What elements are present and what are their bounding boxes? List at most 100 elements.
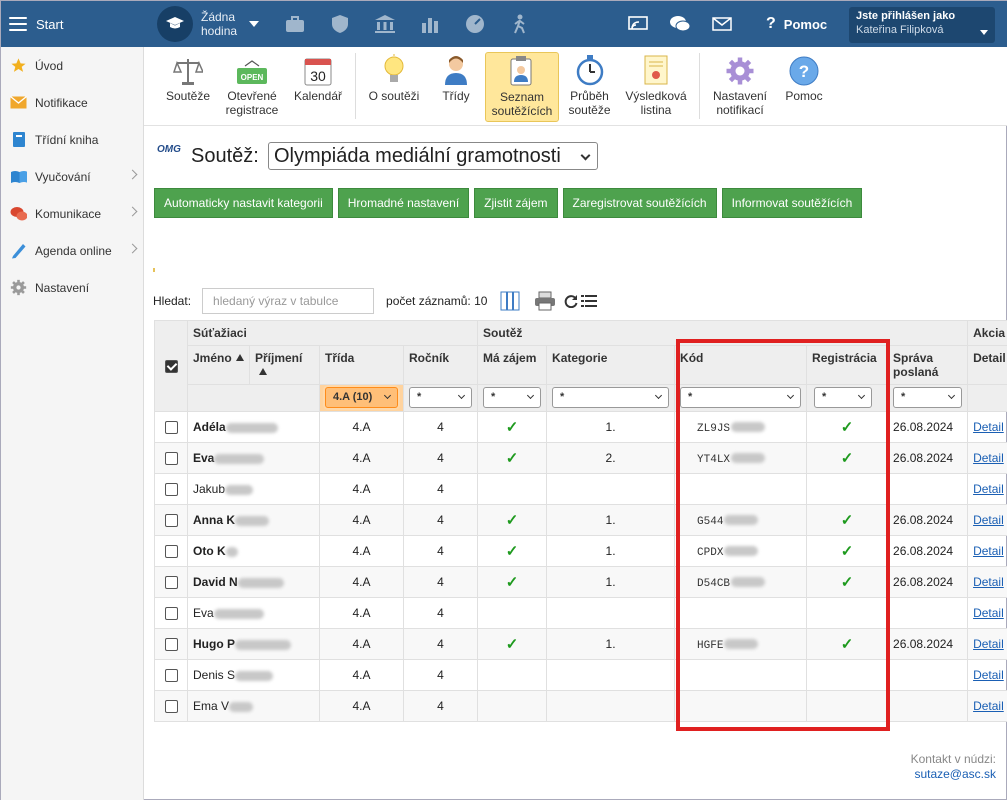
toolbar-prubeh-souteze[interactable]: Průběh soutěže [562, 52, 617, 122]
col-detail: Detail [967, 345, 1007, 385]
sort-asc-icon [259, 368, 267, 375]
detail-link[interactable]: Detail [973, 699, 1004, 713]
columns-icon[interactable] [500, 291, 520, 311]
user-menu[interactable]: Jste přihlášen jako Kateřina Filipková [849, 7, 995, 43]
col-last-name[interactable]: Příjmení [249, 345, 320, 385]
sidebar-item-notifikace[interactable]: Notifikace [1, 84, 143, 121]
clipboard-icon [486, 53, 558, 87]
row-select-cell [154, 411, 188, 443]
competition-select[interactable]: Olympiáda mediální gramotnosti [268, 142, 598, 170]
toolbar-kalendar[interactable]: 30 Kalendář [289, 52, 347, 122]
hour-selector[interactable]: Žádna hodina [157, 6, 260, 42]
detail-link[interactable]: Detail [973, 513, 1004, 527]
sidebar-item-tridni-kniha[interactable]: Třídní kniha [1, 121, 143, 158]
bulk-settings-button[interactable]: Hromadné nastavení [337, 188, 470, 218]
filter-message-sent-cell: * [887, 384, 969, 412]
detail-cell: Detail [967, 442, 1007, 474]
col-first-name[interactable]: Jméno [187, 345, 250, 385]
list-icon[interactable] [581, 295, 598, 307]
col-class[interactable]: Třída [319, 345, 404, 385]
student-name: Anna K [193, 513, 235, 527]
detail-link[interactable]: Detail [973, 420, 1004, 434]
help-button[interactable]: ? Pomoc [766, 15, 827, 33]
sidebar-item-agenda-online[interactable]: Agenda online [1, 232, 143, 269]
col-year[interactable]: Ročník [402, 345, 479, 385]
toolbar-pomoc[interactable]: ? Pomoc [780, 52, 828, 122]
detail-link[interactable]: Detail [973, 668, 1004, 682]
toolbar-seznam-soutezicich[interactable]: Seznam soutěžících [485, 52, 559, 122]
class-cell: 4.A [319, 535, 404, 567]
row-checkbox[interactable] [164, 452, 178, 466]
row-checkbox[interactable] [164, 483, 178, 497]
contact-email-link[interactable]: sutaze@asc.sk [914, 767, 996, 781]
redacted-surname [225, 484, 254, 495]
col-message-sent[interactable]: Správa poslaná [887, 345, 969, 385]
detail-cell: Detail [967, 566, 1007, 598]
detail-cell: Detail [967, 659, 1007, 691]
year-cell: 4 [402, 504, 479, 536]
briefcase-icon[interactable] [284, 13, 306, 35]
sort-asc-icon [235, 354, 244, 361]
print-icon[interactable] [534, 291, 556, 311]
sidebar-item-nastaveni[interactable]: Nastavení [1, 269, 143, 306]
chat-icon[interactable] [669, 13, 691, 35]
filter-message-sent[interactable]: * [893, 387, 963, 408]
toolbar-nastaveni-notifikaci[interactable]: Nastavení notifikací [707, 52, 773, 122]
row-select-cell [154, 442, 188, 474]
message-sent-cell: 26.08.2024 [887, 411, 969, 443]
select-all-checkbox[interactable] [164, 360, 178, 374]
sidebar-item-komunikace[interactable]: Komunikace [1, 195, 143, 232]
row-checkbox[interactable] [164, 700, 178, 714]
hiking-icon[interactable] [509, 13, 531, 35]
toolbar-souteze[interactable]: Soutěže [159, 52, 217, 122]
detail-link[interactable]: Detail [973, 544, 1004, 558]
school-building-icon[interactable] [374, 13, 396, 35]
refresh-icon[interactable] [564, 294, 578, 308]
message-sent-cell: 26.08.2024 [887, 504, 969, 536]
person-icon [433, 52, 479, 86]
row-checkbox[interactable] [164, 669, 178, 683]
class-cell: 4.A [319, 411, 404, 443]
toolbar-otevrene-registrace[interactable]: OPEN Otevřené registrace [222, 52, 282, 122]
redacted-surname [225, 546, 238, 557]
student-name: Denis S [193, 668, 236, 682]
register-contestants-button[interactable]: Zaregistrovat soutěžících [562, 188, 717, 218]
hour-line1: Žádna [201, 10, 236, 24]
row-checkbox[interactable] [164, 638, 178, 652]
bar-chart-icon[interactable] [419, 13, 441, 35]
toolbar-vysledkova-listina[interactable]: Výsledková listina [621, 52, 691, 122]
inform-contestants-button[interactable]: Informovat soutěžících [721, 188, 863, 218]
screen-share-icon[interactable] [627, 13, 649, 35]
toolbar-tridy[interactable]: Třídy [433, 52, 479, 122]
search-input[interactable] [202, 288, 375, 314]
filter-class[interactable]: 4.A (10) [325, 387, 398, 408]
col-category[interactable]: Kategorie [546, 345, 676, 385]
gauge-icon[interactable] [464, 13, 486, 35]
check-interest-button[interactable]: Zjistit zájem [474, 188, 558, 218]
row-checkbox[interactable] [164, 545, 178, 559]
col-interest[interactable]: Má zájem [477, 345, 548, 385]
row-checkbox[interactable] [164, 576, 178, 590]
shield-icon[interactable] [329, 13, 351, 35]
interest-value: ✓ [505, 450, 519, 467]
sidebar-item-vyucovani[interactable]: Vyučování [1, 158, 143, 195]
detail-link[interactable]: Detail [973, 606, 1004, 620]
detail-link[interactable]: Detail [973, 482, 1004, 496]
row-checkbox[interactable] [164, 607, 178, 621]
auto-set-category-button[interactable]: Automaticky nastavit kategorii [154, 188, 333, 218]
row-checkbox[interactable] [164, 514, 178, 528]
filter-category[interactable]: * [552, 387, 670, 408]
user-line1: Jste přihlášen jako [856, 10, 956, 22]
sidebar-item-uvod[interactable]: Úvod [1, 47, 143, 84]
filter-year[interactable]: * [409, 387, 473, 408]
toolbar-label: soutěžících [491, 104, 553, 118]
filter-interest[interactable]: * [483, 387, 542, 408]
toolbar-o-soutezi[interactable]: O soutěži [364, 52, 424, 122]
detail-link[interactable]: Detail [973, 451, 1004, 465]
detail-link[interactable]: Detail [973, 575, 1004, 589]
start-menu-button[interactable]: Start [1, 1, 144, 47]
row-checkbox[interactable] [164, 421, 178, 435]
detail-link[interactable]: Detail [973, 637, 1004, 651]
calendar-day: 30 [310, 68, 326, 84]
envelope-icon[interactable] [711, 13, 733, 35]
